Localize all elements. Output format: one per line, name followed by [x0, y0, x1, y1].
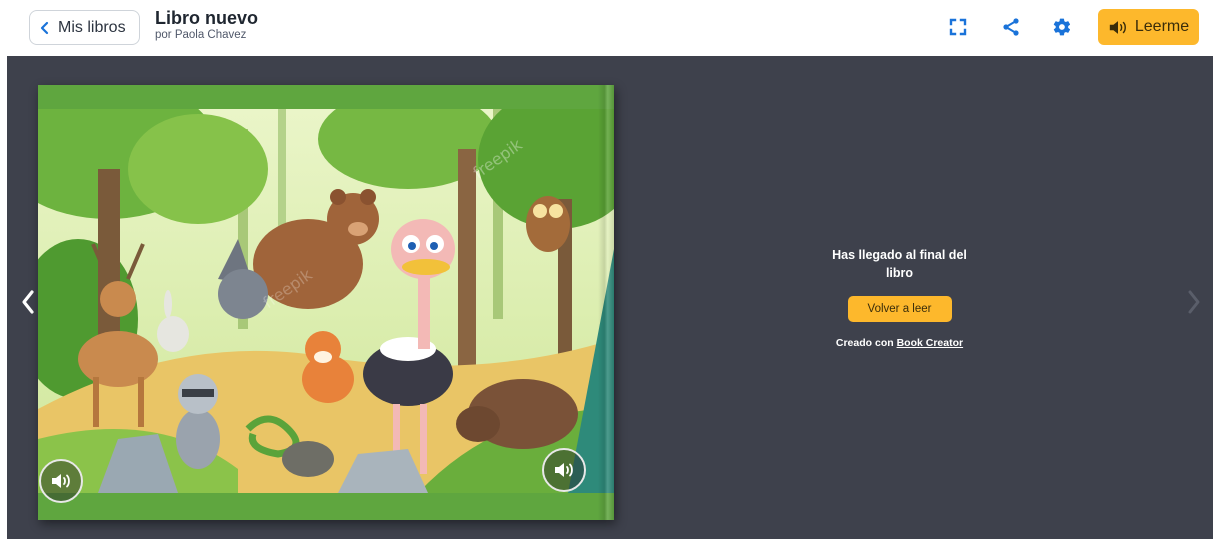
- book-author: por Paola Chavez: [155, 29, 247, 41]
- gear-icon: [1053, 18, 1071, 36]
- created-with-credit: Creado con Book Creator: [817, 337, 982, 349]
- top-bar: Mis libros Libro nuevo por Paola Chavez …: [0, 0, 1213, 55]
- chevron-left-icon: [22, 290, 34, 314]
- settings-button[interactable]: [1049, 14, 1075, 40]
- book-creator-link[interactable]: Book Creator: [897, 337, 964, 349]
- fullscreen-button[interactable]: [945, 14, 971, 40]
- end-of-book-panel: Has llegado al final del libro Volver a …: [817, 246, 982, 349]
- next-page-button[interactable]: [1183, 282, 1205, 322]
- share-button[interactable]: [998, 14, 1024, 40]
- read-aloud-label: Leerme: [1134, 18, 1190, 35]
- reread-button[interactable]: Volver a leer: [847, 296, 952, 322]
- speaker-icon: [52, 474, 70, 488]
- speaker-icon: [1109, 20, 1126, 34]
- reader-stage: freepik freepik Has llegado al final del…: [7, 56, 1213, 539]
- page-audio-right-button[interactable]: [542, 448, 586, 492]
- credit-prefix: Creado con: [835, 337, 897, 349]
- previous-page-button[interactable]: [17, 282, 39, 322]
- back-button-label: Mis libros: [58, 18, 126, 36]
- end-of-book-message: Has llegado al final del libro: [832, 248, 967, 280]
- back-to-library-button[interactable]: Mis libros: [29, 10, 140, 45]
- book-page: freepik freepik: [38, 85, 614, 520]
- fullscreen-icon: [949, 18, 967, 36]
- page-spine: [598, 85, 614, 520]
- chevron-right-icon: [1188, 290, 1200, 314]
- read-aloud-button[interactable]: Leerme: [1098, 9, 1199, 45]
- speaker-icon: [555, 463, 573, 477]
- share-icon: [1003, 18, 1019, 36]
- chevron-left-icon: [40, 21, 49, 34]
- book-title-block: Libro nuevo por Paola Chavez: [155, 8, 258, 42]
- forest-animals-illustration: freepik freepik: [38, 109, 614, 493]
- book-title: Libro nuevo: [155, 8, 258, 28]
- page-audio-left-button[interactable]: [39, 459, 83, 503]
